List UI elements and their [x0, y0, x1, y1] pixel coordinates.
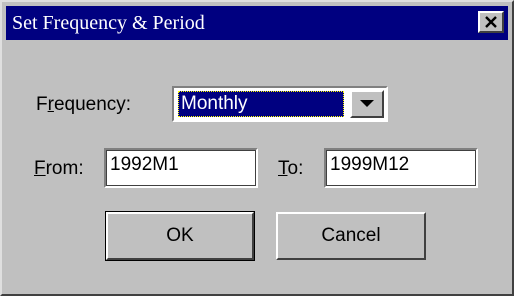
title-bar[interactable]: Set Frequency & Period: [6, 6, 508, 40]
to-label-accel: T: [278, 158, 288, 179]
frequency-label-pre: F: [36, 94, 48, 115]
cancel-button[interactable]: Cancel: [276, 212, 426, 260]
from-field[interactable]: 1992M1: [104, 148, 258, 188]
ok-button[interactable]: OK: [105, 211, 255, 261]
from-label-accel: F: [34, 158, 46, 179]
dialog-title: Set Frequency & Period: [12, 12, 205, 34]
close-button[interactable]: [478, 11, 504, 33]
frequency-select[interactable]: Monthly: [172, 86, 388, 122]
to-label: To:: [278, 158, 303, 180]
to-field[interactable]: 1999M12: [324, 148, 478, 188]
chevron-down-icon: [360, 100, 374, 107]
close-icon: [485, 16, 497, 28]
frequency-selected-value: Monthly: [178, 91, 344, 117]
from-label: From:: [34, 158, 84, 180]
from-label-post: rom:: [45, 158, 84, 179]
set-frequency-dialog: Set Frequency & Period Frequency: Monthl…: [0, 0, 514, 296]
frequency-label: Frequency:: [36, 94, 131, 116]
frequency-dropdown-button[interactable]: [350, 90, 384, 118]
frequency-label-post: equency:: [53, 94, 132, 115]
to-label-post: o:: [287, 158, 304, 179]
